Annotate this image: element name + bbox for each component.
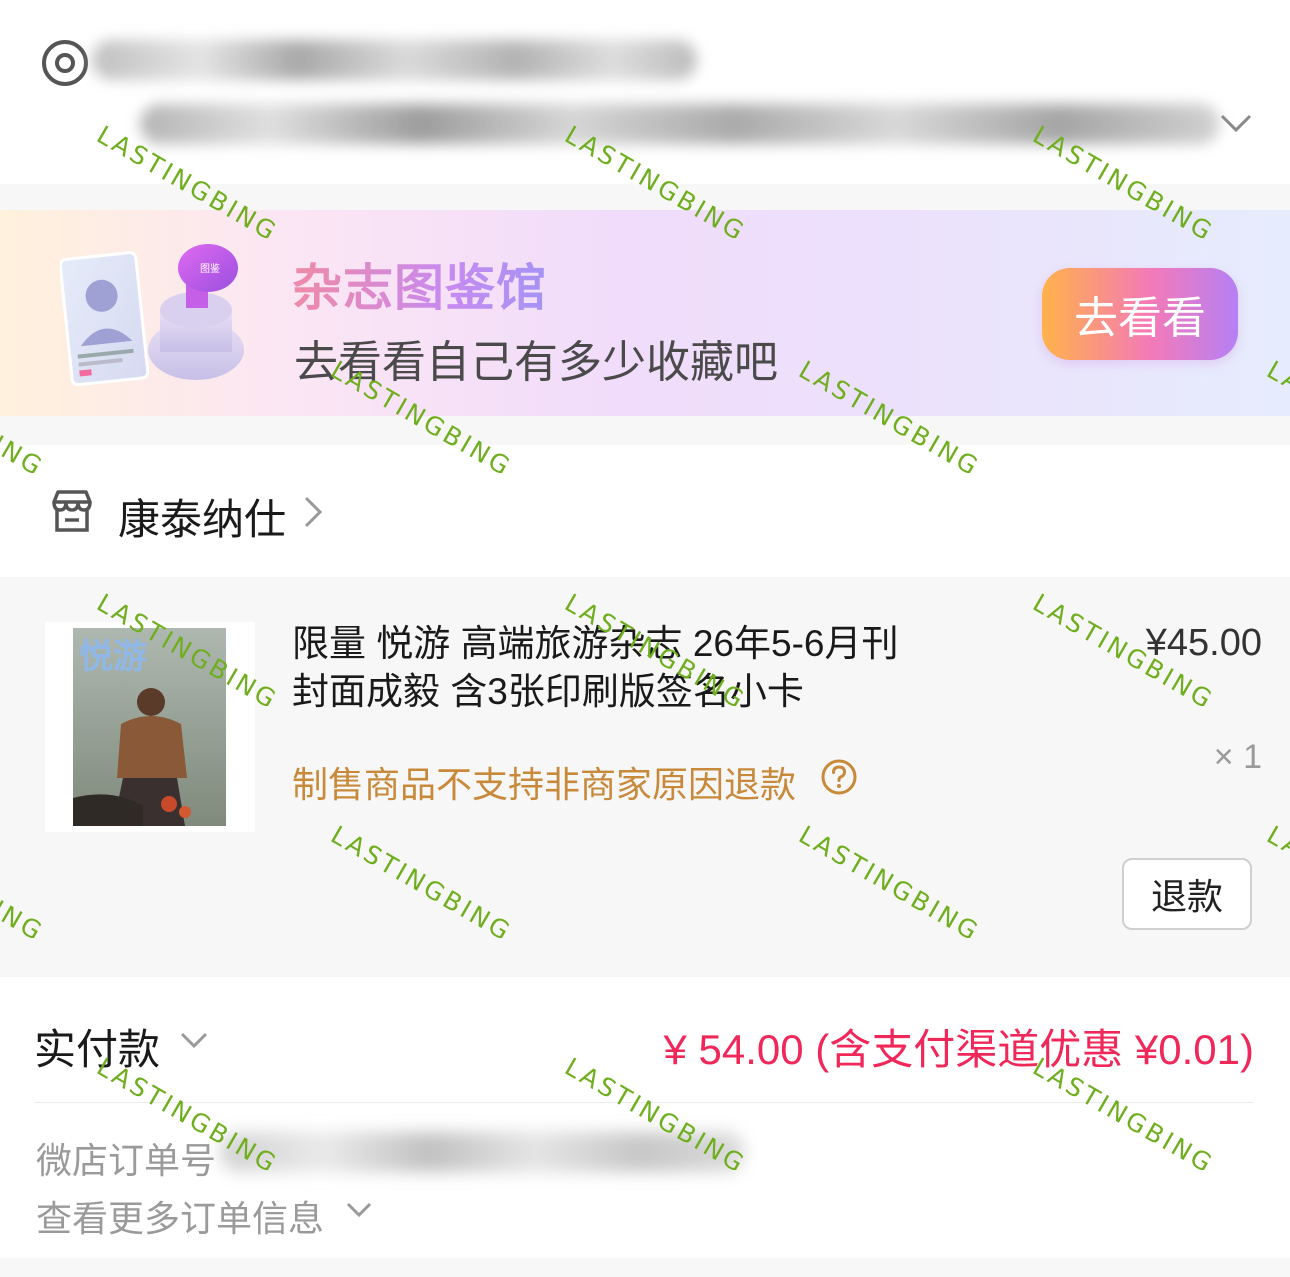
shop-icon: [52, 490, 92, 532]
question-circle-icon[interactable]: [820, 758, 858, 796]
section-gap: [0, 184, 1290, 210]
chevron-down-icon[interactable]: [1218, 110, 1254, 136]
stamp-label: 图鉴: [200, 262, 220, 275]
address-detail-blurred: [140, 104, 1220, 144]
banner-title: 杂志图鉴馆: [292, 248, 547, 320]
section-gap: [0, 1258, 1290, 1277]
refund-notice: 制售商品不支持非商家原因退款: [292, 764, 797, 805]
address-section[interactable]: [0, 0, 1290, 184]
order-number-blurred: [220, 1132, 745, 1172]
chevron-down-icon[interactable]: [178, 1030, 210, 1052]
product-name[interactable]: 限量 悦游 高端旅游杂志 26年5-6月刊 封面成毅 含3张印刷版签名小卡: [292, 620, 932, 716]
order-number-label: 微店订单号: [36, 1140, 217, 1181]
chevron-down-icon[interactable]: [344, 1200, 374, 1220]
chevron-right-icon: [304, 496, 323, 528]
product-price: ¥45.00: [1145, 622, 1262, 664]
location-pin-icon: [42, 40, 88, 86]
more-order-info[interactable]: 查看更多订单信息: [36, 1190, 324, 1242]
go-see-button[interactable]: 去看看: [1042, 268, 1238, 360]
cover-title: 悦游: [79, 637, 147, 677]
banner-subtitle: 去看看自己有多少收藏吧: [294, 338, 778, 387]
paid-amount: ¥ 54.00 (含支付渠道优惠 ¥0.01): [663, 1026, 1254, 1073]
divider: [34, 1102, 1254, 1103]
shop-name[interactable]: 康泰纳仕: [118, 486, 286, 547]
section-gap: [0, 416, 1290, 445]
stamp-card-illustration-icon: 图鉴: [60, 244, 244, 387]
product-quantity: × 1: [1213, 738, 1262, 776]
magazine-cover-image: 悦游: [73, 628, 226, 826]
paid-label[interactable]: 实付款: [34, 1016, 160, 1077]
address-name-blurred: [92, 40, 697, 80]
refund-button[interactable]: 退款: [1122, 858, 1252, 930]
